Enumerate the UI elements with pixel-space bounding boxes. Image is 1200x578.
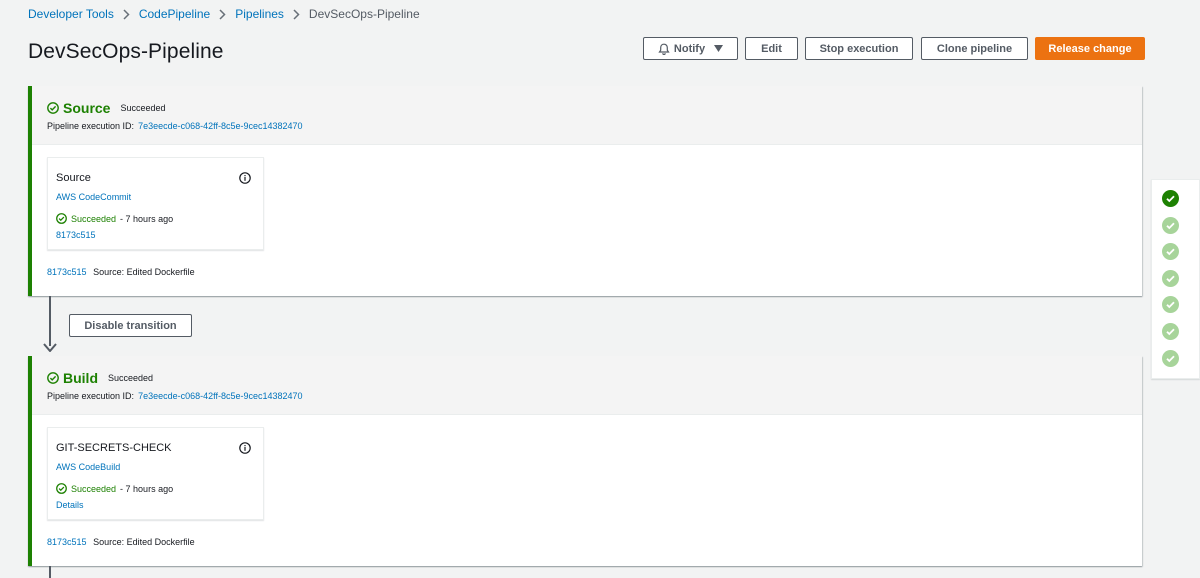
stage-nav-dot[interactable] [1162, 349, 1179, 367]
stage-nav-dot[interactable] [1162, 269, 1179, 287]
chevron-right-icon [219, 8, 226, 20]
check-circle-icon [47, 102, 59, 114]
check-icon [1166, 328, 1175, 336]
action-status: Succeeded [71, 483, 117, 494]
action-status: Succeeded [71, 213, 117, 224]
check-icon [1166, 355, 1175, 362]
commit-message: Source: Edited Dockerfile [93, 537, 195, 547]
stage-nav-dot[interactable] [1162, 296, 1179, 314]
action-name: Source [56, 172, 91, 184]
stage-footer: 8173c515 Source: Edited Dockerfile [47, 267, 195, 277]
chevron-right-icon [123, 8, 130, 20]
edit-button[interactable]: Edit [745, 37, 798, 60]
details-link[interactable]: Details [56, 500, 84, 510]
action-card-build: GIT-SECRETS-CHECK AWS CodeBuild Succeede… [47, 427, 264, 520]
provider-link[interactable]: AWS CodeCommit [56, 192, 131, 202]
chevron-right-icon [293, 8, 300, 20]
release-change-button[interactable]: Release change [1035, 37, 1145, 60]
stage-header: Build Succeeded Pipeline execution ID: 7e… [32, 356, 1142, 415]
clone-pipeline-button[interactable]: Clone pipeline [921, 37, 1028, 60]
notify-label: Notify [673, 42, 706, 55]
breadcrumb: Developer Tools CodePipeline Pipelines D… [28, 7, 420, 21]
stage-navigator [1151, 179, 1200, 379]
stage-status: Succeeded [108, 373, 154, 383]
transition-line [49, 566, 51, 578]
check-circle-icon [47, 372, 59, 384]
notify-button[interactable]: Notify [643, 37, 738, 60]
stage-footer: 8173c515 Source: Edited Dockerfile [47, 537, 195, 547]
stage-source: Source Succeeded Pipeline execution ID: 7… [28, 86, 1142, 296]
action-status-row: Succeeded - 7 hours ago [56, 213, 173, 224]
stage-nav-dot[interactable] [1162, 190, 1179, 207]
execution-id-label: Pipeline execution ID: [47, 391, 135, 401]
caret-down-icon [714, 45, 724, 52]
check-icon [1166, 248, 1175, 256]
stage-nav-dot[interactable] [1162, 243, 1179, 261]
commit-id-link[interactable]: 8173c515 [47, 537, 87, 547]
info-icon[interactable] [239, 441, 251, 459]
action-time: - 7 hours ago [120, 213, 174, 224]
stage-title: Build [63, 370, 98, 386]
stage-status: Succeeded [120, 103, 166, 113]
commit-id-link[interactable]: 8173c515 [47, 267, 87, 277]
arrow-down-icon [43, 338, 57, 352]
commit-link[interactable]: 8173c515 [56, 230, 96, 240]
stage-title: Source [63, 100, 111, 116]
check-circle-icon [56, 483, 67, 494]
page-title: DevSecOps-Pipeline [28, 40, 224, 63]
check-icon [1166, 275, 1175, 283]
check-circle-icon [56, 213, 67, 224]
action-status-row: Succeeded - 7 hours ago [56, 483, 173, 494]
info-icon[interactable] [239, 171, 251, 189]
check-icon [1166, 195, 1175, 203]
action-time: - 7 hours ago [120, 483, 174, 494]
commit-message: Source: Edited Dockerfile [93, 267, 195, 277]
execution-id-link[interactable]: 7e3eecde-c068-42ff-8c5e-9cec14382470 [138, 391, 302, 401]
stage-header: Source Succeeded Pipeline execution ID: 7… [32, 86, 1142, 145]
provider-link[interactable]: AWS CodeBuild [56, 462, 120, 472]
execution-id-link[interactable]: 7e3eecde-c068-42ff-8c5e-9cec14382470 [138, 121, 302, 131]
stop-execution-button[interactable]: Stop execution [805, 37, 913, 60]
stage-nav-dot[interactable] [1162, 323, 1179, 340]
execution-id-row: Pipeline execution ID: 7e3eecde-c068-42ff… [47, 121, 303, 131]
execution-id-label: Pipeline execution ID: [47, 121, 135, 131]
disable-transition-button[interactable]: Disable transition [69, 314, 192, 337]
execution-id-row: Pipeline execution ID: 7e3eecde-c068-42ff… [47, 391, 303, 401]
breadcrumb-pipelines[interactable]: Pipelines [235, 7, 284, 21]
breadcrumb-current: DevSecOps-Pipeline [308, 7, 420, 21]
check-icon [1166, 301, 1175, 309]
action-card-source: Source AWS CodeCommit Succeeded - 7 hour… [47, 157, 264, 250]
breadcrumb-developer-tools[interactable]: Developer Tools [28, 7, 114, 21]
stage-nav-dot[interactable] [1162, 216, 1179, 234]
bell-icon [658, 43, 670, 55]
stage-build: Build Succeeded Pipeline execution ID: 7e… [28, 356, 1142, 566]
breadcrumb-codepipeline[interactable]: CodePipeline [139, 7, 210, 21]
check-icon [1166, 222, 1175, 229]
action-name: GIT-SECRETS-CHECK [56, 442, 172, 454]
